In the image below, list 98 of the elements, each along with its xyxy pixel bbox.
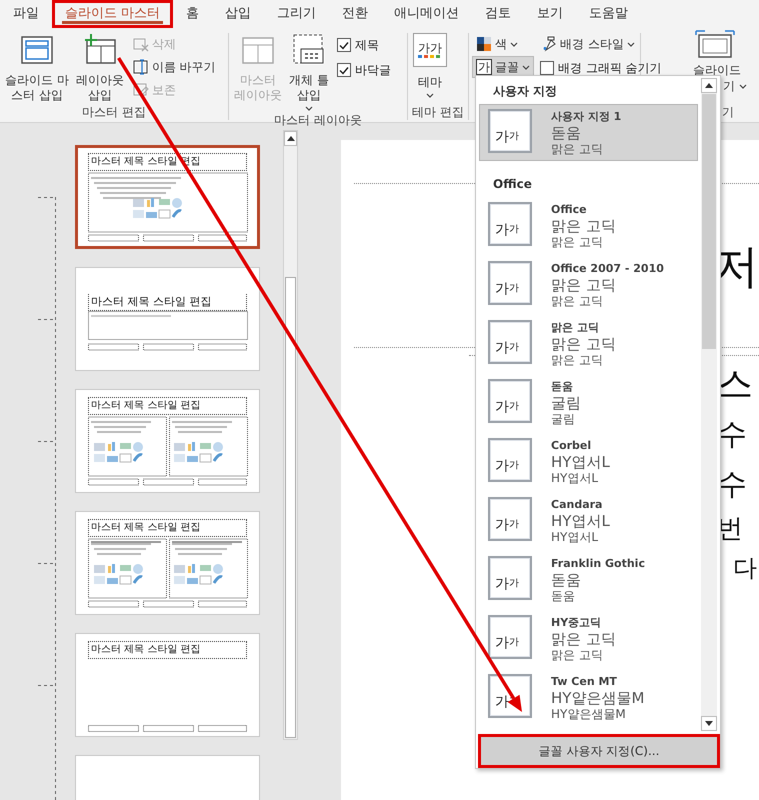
font-theme-item[interactable]: 가 Tw Cen MT HY얕은샘물M HY얕은샘물M	[479, 669, 698, 728]
body-font-name: HY얕은샘물M	[551, 707, 627, 722]
heading-font-name: 맑은 고딕	[551, 217, 616, 235]
heading-font-name: 맑은 고딕	[551, 630, 616, 648]
checkbox-label[interactable]: 배경 그래픽 숨기기	[558, 59, 662, 77]
group-label: 테마 편집	[412, 105, 464, 119]
caret-icon	[739, 84, 747, 89]
caret-icon	[426, 93, 434, 98]
down-arrow-icon	[705, 721, 713, 726]
heading-font-name: HY엽서L	[551, 512, 610, 530]
ribbon-tab[interactable]: 그리기	[264, 0, 330, 28]
caret-icon	[522, 64, 530, 70]
font-theme-name: 돋움	[551, 379, 574, 394]
font-theme-name: Corbel	[551, 438, 592, 453]
heading-font-name: 맑은 고딕	[551, 276, 617, 294]
font-theme-name: 사용자 지정 1	[551, 109, 622, 124]
color-palette-icon	[476, 36, 492, 52]
font-theme-name: Candara	[551, 497, 604, 512]
font-preview-text: 가	[476, 59, 492, 75]
font-theme-name: Office 2007 - 2010	[551, 261, 664, 276]
body-font-name: 맑은 고딕	[551, 235, 604, 250]
body-font-name: 맑은 고딕	[551, 142, 604, 157]
heading-font-name: 굴림	[551, 394, 581, 412]
paint-bucket-icon	[541, 36, 557, 52]
ribbon-tab[interactable]: 애니메이션	[381, 0, 472, 28]
slide-thumbnail[interactable]: 마스터 제목 스타일 편집	[75, 389, 260, 493]
font-theme-name: Tw Cen MT	[551, 674, 618, 689]
heading-font-name: HY얕은샘물M	[551, 689, 644, 707]
slide-title: 마스터 제목 스타일 편집	[88, 519, 247, 537]
checkbox[interactable]	[336, 63, 351, 77]
ribbon-button[interactable]: 이름 바꾸기	[128, 56, 220, 78]
caret-icon	[304, 106, 313, 111]
customize-fonts-button[interactable]: 글꼴 사용자 지정(C)...	[478, 734, 720, 768]
ribbon-button[interactable]: 레이아웃 삽입	[74, 33, 126, 103]
ribbon-button[interactable]: 슬라이드 마 스터 삽입	[3, 33, 71, 103]
body-font-name: HY엽서L	[551, 530, 600, 545]
theme-preview-text: 가가	[418, 42, 442, 54]
checkbox[interactable]	[336, 38, 351, 52]
scrollbar-thumb[interactable]	[702, 94, 716, 349]
ribbon-button[interactable]: 색	[472, 33, 534, 55]
checkbox[interactable]	[540, 61, 554, 75]
color-dots-icon	[417, 54, 443, 58]
caret-icon	[626, 42, 635, 46]
body-text: 다	[732, 553, 758, 584]
font-theme-name: 맑은 고딕	[551, 320, 600, 335]
heading-font-name: 맑은 고딕	[551, 335, 616, 353]
slide-title: 마스터 제목 스타일 편집	[88, 641, 247, 659]
ribbon-tab[interactable]: 홈	[173, 0, 212, 28]
checkbox-label[interactable]: 바닥글	[354, 61, 391, 79]
body-font-name: 돋움	[551, 589, 576, 604]
body-font-name: HY엽서L	[551, 471, 600, 486]
ribbon-tab[interactable]: 전환	[329, 0, 382, 28]
scroll-up-button[interactable]	[284, 131, 297, 146]
body-text: 스	[717, 363, 754, 407]
rename-icon	[132, 59, 149, 75]
checkbox-label[interactable]: 제목	[354, 36, 379, 54]
ribbon-tab[interactable]: 도움말	[576, 0, 642, 28]
slide-title: 마스터 제목 스타일 편집	[88, 397, 247, 415]
up-arrow-icon	[705, 83, 713, 88]
group-label: 기	[722, 105, 734, 119]
ribbon-button[interactable]: 개체 틀 삽입	[287, 33, 331, 111]
slide-title: 마스터 제목 스타일 편집	[88, 294, 247, 311]
scrollbar-thumb[interactable]	[285, 277, 296, 738]
body-font-name: 굴림	[551, 412, 576, 427]
scroll-down-button[interactable]	[701, 716, 717, 731]
scroll-up-button[interactable]	[701, 78, 717, 93]
slide-thumbnail[interactable]: 마스터 제목 스타일 편집	[75, 267, 260, 371]
ribbon-button[interactable]: 배경 스타일	[537, 33, 665, 55]
group-label: 마스터 레이아웃	[274, 113, 362, 127]
ribbon-tab[interactable]: 슬라이드 마스터	[52, 0, 174, 28]
section-heading: Office	[493, 177, 532, 191]
font-theme-name: HY중고딕	[551, 615, 602, 630]
heading-font-name: HY엽서L	[551, 453, 610, 471]
section-heading: 사용자 지정	[493, 84, 558, 98]
delete-icon	[132, 36, 149, 52]
ribbon-tab[interactable]: 검토	[472, 0, 524, 28]
slide-thumbnail[interactable]: 마스터 제목 스타일 편집	[75, 511, 260, 615]
ribbon-tab[interactable]: 보기	[524, 0, 576, 28]
ribbon-tab[interactable]: 파일	[0, 0, 52, 28]
body-font-name: 맑은 고딕	[551, 294, 604, 309]
font-theme-name: Franklin Gothic	[551, 556, 645, 571]
check-icon	[338, 40, 349, 50]
up-arrow-icon	[286, 136, 294, 141]
heading-font-name: 돋움	[551, 571, 582, 589]
body-text: 수	[717, 466, 748, 504]
body-font-name: 맑은 고딕	[551, 648, 604, 663]
ribbon-button[interactable]: 슬라이드	[691, 30, 747, 77]
check-icon	[338, 66, 349, 74]
ribbon-button[interactable]: 가가 테마	[411, 33, 449, 98]
slide-thumbnail[interactable]: 마스터 제목 스타일 편집	[75, 633, 260, 737]
body-font-name: 맑은 고딕	[551, 353, 604, 368]
font-theme-name: Office	[551, 202, 588, 217]
button-label[interactable]: 기	[723, 79, 747, 94]
heading-font-name: 돋움	[551, 124, 582, 142]
ribbon-tab[interactable]: 삽입	[212, 0, 264, 28]
group-label: 마스터 편집	[82, 105, 146, 119]
body-text: 수	[717, 416, 748, 454]
caret-icon	[510, 42, 518, 46]
